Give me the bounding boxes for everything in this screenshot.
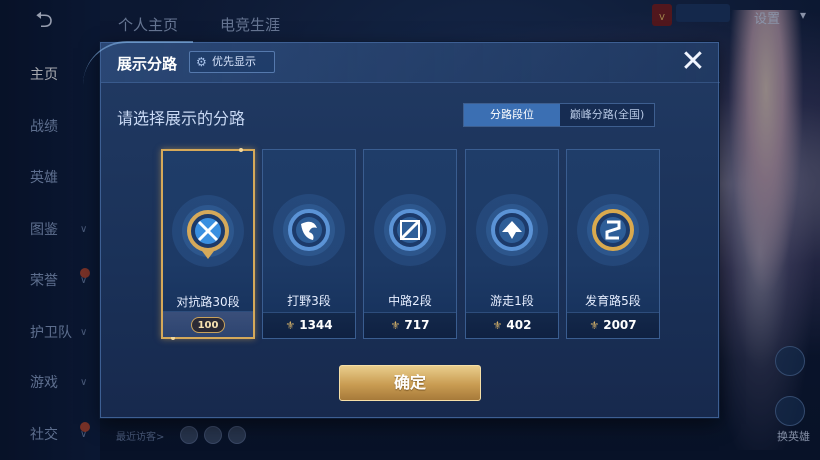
score-icon: ⚜: [390, 319, 401, 332]
rank-badge: 100: [190, 317, 226, 333]
close-icon: ✕: [680, 44, 706, 79]
gear-icon: ⚙: [196, 55, 207, 69]
corner-sparkle: [239, 148, 243, 152]
close-button[interactable]: ✕: [677, 47, 709, 79]
lane-score-value: 402: [506, 318, 532, 332]
mid-lane-icon: [364, 190, 456, 270]
lane-card[interactable]: 发育路5段 ⚜ 2007: [566, 149, 660, 339]
lane-score-bar: ⚜ 717: [364, 312, 456, 338]
jungle-icon: [263, 190, 355, 270]
farm-lane-icon: [567, 190, 659, 270]
lane-mode-toggle: 分路段位 巅峰分路(全国): [463, 103, 655, 127]
dialog-title: 展示分路: [117, 55, 178, 73]
lane-rank-label: 打野3段: [287, 294, 331, 308]
lane-rank-label: 发育路5段: [585, 294, 641, 308]
lane-rank-label: 对抗路30段: [176, 295, 240, 309]
lane-card[interactable]: 游走1段 ⚜ 402: [465, 149, 559, 339]
lane-display-dialog: 展示分路 ⚙ 优先显示 ✕ 请选择展示的分路 分路段位 巅峰分路(全国) 对抗路…: [83, 41, 720, 418]
tab-peak-lane-national[interactable]: 巅峰分路(全国): [560, 104, 654, 126]
lane-card[interactable]: 打野3段 ⚜ 1344: [262, 149, 356, 339]
lane-rank-label: 游走1段: [490, 294, 534, 308]
priority-display-label: 优先显示: [212, 55, 256, 68]
dialog-header: 展示分路 ⚙ 优先显示 ✕: [83, 41, 720, 83]
score-icon: ⚜: [492, 319, 503, 332]
lane-rank-label: 中路2段: [388, 294, 432, 308]
confirm-button[interactable]: 确定: [339, 365, 481, 401]
select-lane-prompt: 请选择展示的分路: [117, 109, 246, 128]
score-icon: ⚜: [589, 319, 600, 332]
score-icon: ⚜: [285, 319, 296, 332]
lane-score-value: 717: [404, 318, 430, 332]
lane-score-value: 2007: [603, 318, 637, 332]
lane-card[interactable]: 中路2段 ⚜ 717: [363, 149, 457, 339]
lane-score-bar: ⚜ 2007: [567, 312, 659, 338]
clash-lane-icon: [163, 191, 253, 271]
roam-icon: [466, 190, 558, 270]
lane-card[interactable]: 对抗路30段 100: [161, 148, 255, 340]
lane-score-bar: ⚜ 402: [466, 312, 558, 338]
tab-lane-rank[interactable]: 分路段位: [464, 104, 560, 126]
lane-score-bar: 100: [163, 311, 253, 337]
lane-score-bar: ⚜ 1344: [263, 312, 355, 338]
lane-score-value: 1344: [299, 318, 333, 332]
priority-display-button[interactable]: ⚙ 优先显示: [189, 51, 275, 73]
